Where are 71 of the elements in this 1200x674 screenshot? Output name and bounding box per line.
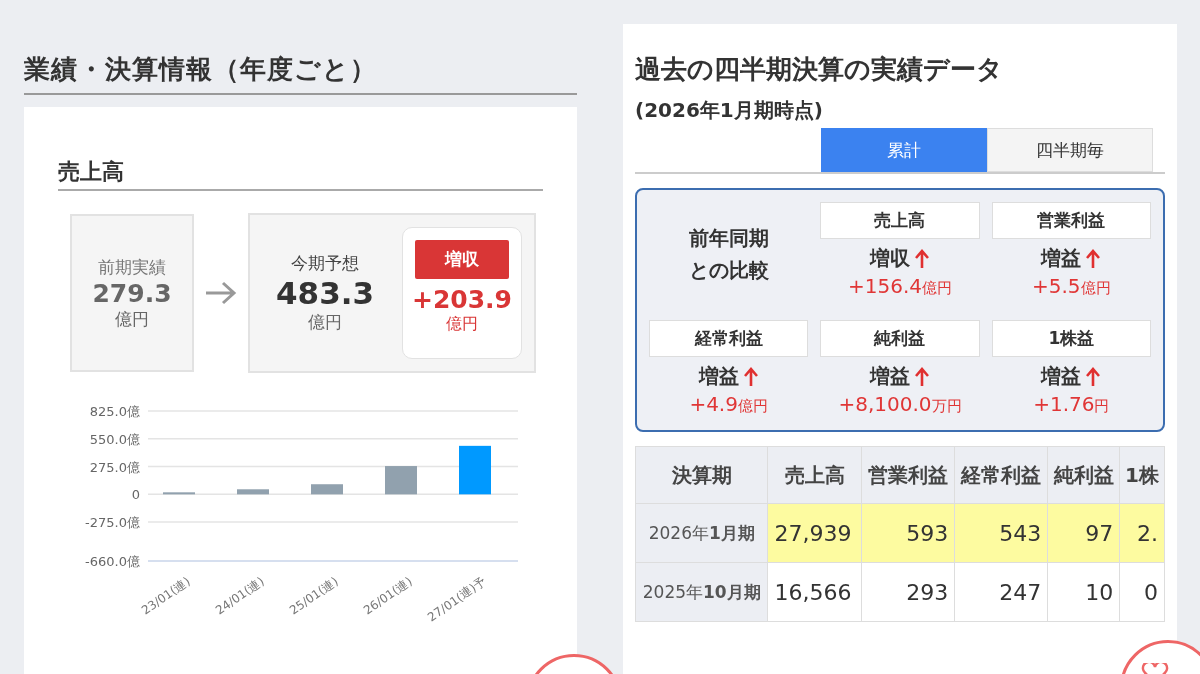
table-cell: 293 <box>861 562 955 622</box>
column-header: 営業利益 <box>861 446 955 504</box>
unit-label: 億円 <box>922 279 952 297</box>
bar <box>237 489 269 495</box>
metric-label: 経常利益 <box>649 320 809 357</box>
unit-label: 億円 <box>115 307 149 331</box>
metric-label: 売上高 <box>820 202 980 239</box>
bar <box>459 445 491 495</box>
bar <box>311 484 343 495</box>
tab[interactable]: 累計 <box>821 128 987 172</box>
table-cell: 97 <box>1047 503 1120 563</box>
unit-label: 億円 <box>308 311 343 334</box>
result-label: 増益 <box>1041 363 1082 390</box>
arrow-up-icon <box>1085 366 1102 387</box>
change-value: +8,100.0 <box>838 392 932 416</box>
metric-label: 営業利益 <box>991 202 1151 239</box>
arrow-up-icon <box>914 248 930 269</box>
table-cell: 247 <box>954 562 1048 622</box>
unit-label: 万円 <box>931 397 962 415</box>
period-cell: 2026年1月期 <box>635 503 768 563</box>
change-value: +156.4 <box>848 274 922 298</box>
arrow-up-icon <box>914 366 930 387</box>
forecast-value: 483.3 <box>276 275 375 311</box>
axis-tick-label: 550.0億 <box>89 431 140 447</box>
result-label: 増収 <box>870 245 910 272</box>
subheading: (2026年1月期時点) <box>635 97 824 124</box>
metric-label: 純利益 <box>820 320 980 357</box>
table-cell: 27,939 <box>768 503 862 563</box>
card-title: 売上高 <box>58 157 543 191</box>
column-header: 決算期 <box>635 446 768 504</box>
previous-value: 279.3 <box>92 278 172 308</box>
result-label: 増益 <box>698 363 739 390</box>
unit-label: 億円 <box>1080 279 1111 297</box>
table-cell: 543 <box>954 503 1048 563</box>
arrow-right-icon <box>204 280 238 306</box>
metric-label: 1株益 <box>991 320 1151 357</box>
change-value: +203.9 <box>412 285 512 314</box>
unit-label: 億円 <box>446 314 478 335</box>
arrow-up-icon <box>742 366 759 387</box>
result-label: 増益 <box>870 363 910 390</box>
table-cell: 10 <box>1047 562 1120 622</box>
axis-tick-label: 0 <box>131 487 140 503</box>
column-header: 経常利益 <box>954 446 1048 504</box>
comparison-title: 前年同期との比較 <box>687 225 770 284</box>
change-value: +5.5 <box>1032 274 1081 298</box>
table-cell: 16,566 <box>768 562 862 622</box>
unit-label: 円 <box>1094 397 1110 415</box>
period-cell: 2025年10月期 <box>635 562 768 622</box>
column-header: 純利益 <box>1047 446 1120 504</box>
axis-tick-label: 275.0億 <box>89 459 140 475</box>
axis-tick-label: -660.0億 <box>85 554 140 569</box>
table-cell: 0 <box>1119 562 1165 622</box>
forecast-label: 今期予想 <box>291 252 360 275</box>
increase-badge: 増収 <box>415 240 509 279</box>
axis-tick-label: 825.0億 <box>89 404 140 419</box>
arrow-up-icon <box>1085 248 1102 269</box>
table-cell: 593 <box>861 503 955 563</box>
unit-label: 億円 <box>737 397 768 415</box>
section-heading: 過去の四半期決算の実績データ <box>635 53 1004 86</box>
section-heading: 業績・決算情報（年度ごと） <box>24 52 577 95</box>
column-header: 売上高 <box>768 446 862 504</box>
change-value: +4.9 <box>689 392 738 416</box>
result-label: 増益 <box>1041 245 1082 272</box>
axis-tick-label: -275.0億 <box>85 515 140 531</box>
bar <box>163 492 195 495</box>
previous-label: 前期実績 <box>98 255 166 279</box>
tab[interactable]: 四半期毎 <box>987 128 1153 172</box>
bar <box>385 466 417 495</box>
table-cell: 2. <box>1119 503 1165 563</box>
change-value: +1.76 <box>1033 392 1095 416</box>
column-header: 1株 <box>1119 446 1165 504</box>
